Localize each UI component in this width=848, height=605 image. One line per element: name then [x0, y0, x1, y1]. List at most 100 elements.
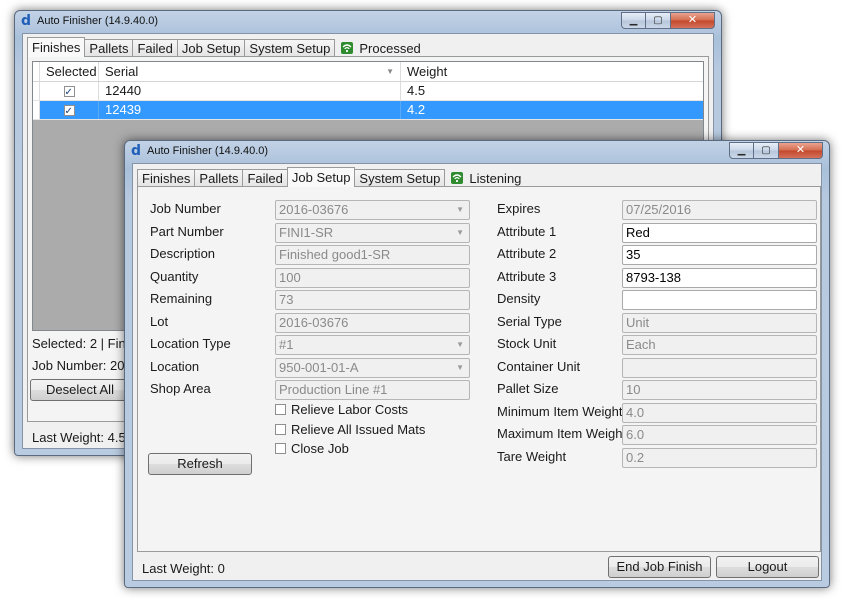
maximize-button[interactable]: ▢	[646, 12, 671, 29]
tab-finishes[interactable]: Finishes	[27, 37, 86, 57]
relieve-all-issued-mats-label: Relieve All Issued Mats	[291, 422, 426, 437]
logout-button[interactable]: Logout	[716, 556, 819, 578]
selected-cell[interactable]	[40, 101, 99, 121]
close-button[interactable]: ✕	[671, 12, 715, 29]
selected-cell[interactable]	[40, 82, 99, 102]
tare-weight-field[interactable]: 0.2	[622, 448, 817, 468]
tab-pallets[interactable]: Pallets	[84, 39, 134, 57]
tab-pallets[interactable]: Pallets	[194, 169, 244, 187]
location-select[interactable]: 950-001-01-A ▼	[275, 358, 470, 378]
job-number-select[interactable]: 2016-03676 ▼	[275, 200, 470, 220]
tab-system-setup[interactable]: System Setup	[354, 169, 446, 187]
sort-down-icon: ▼	[386, 67, 394, 76]
row-header	[33, 101, 40, 119]
tab-strip: Finishes Pallets Failed Job Setup System…	[137, 167, 521, 187]
relieve-labor-costs-checkbox[interactable]: Relieve Labor Costs	[275, 402, 408, 417]
attribute-1-label: Attribute 1	[497, 224, 557, 239]
row-select-checkbox[interactable]	[63, 103, 75, 121]
remaining-field[interactable]: 73	[275, 290, 470, 310]
dropdown-arrow-icon: ▼	[456, 228, 464, 237]
last-weight-label: Last Weight: 0	[142, 561, 225, 576]
window-title: Auto Finisher (14.9.40.0)	[147, 145, 269, 157]
shop-area-field[interactable]: Production Line #1	[275, 380, 470, 400]
checkbox-box[interactable]	[275, 404, 286, 415]
relieve-labor-costs-label: Relieve Labor Costs	[291, 402, 409, 417]
back-titlebar[interactable]: d Auto Finisher (14.9.40.0) ▁ ▢ ✕	[15, 11, 721, 33]
location-type-value: #1	[279, 337, 294, 352]
minimize-button[interactable]: ▁	[621, 12, 646, 29]
weight-cell: 4.5	[407, 83, 426, 98]
attribute-3-label: Attribute 3	[497, 269, 557, 284]
part-number-select[interactable]: FINI1-SR ▼	[275, 223, 470, 243]
refresh-button[interactable]: Refresh	[148, 453, 252, 475]
lot-field[interactable]: 2016-03676	[275, 313, 470, 333]
dropdown-arrow-icon: ▼	[456, 340, 464, 349]
tab-failed[interactable]: Failed	[242, 169, 288, 187]
part-number-label: Part Number	[150, 224, 224, 239]
connection-status: Listening	[451, 169, 521, 187]
quantity-field[interactable]: 100	[275, 268, 470, 288]
status-text: Listening	[469, 170, 522, 186]
checkbox-box[interactable]	[275, 443, 286, 454]
table-row[interactable]: 12440 4.5	[33, 82, 703, 102]
stock-unit-label: Stock Unit	[497, 336, 557, 351]
tab-system-setup[interactable]: System Setup	[244, 39, 336, 57]
table-row[interactable]: 12439 4.2	[33, 101, 703, 121]
job-number-label: Job Number	[150, 201, 221, 216]
location-type-select[interactable]: #1 ▼	[275, 335, 470, 355]
job-number-summary: Job Number: 2016	[32, 358, 139, 373]
minimum-item-weight-field[interactable]: 4.0	[622, 403, 817, 423]
attribute-2-input[interactable]: 35	[622, 245, 817, 265]
checkbox-box[interactable]	[275, 424, 286, 435]
app-icon: d	[131, 143, 142, 159]
pallet-size-field[interactable]: 10	[622, 380, 817, 400]
tab-failed[interactable]: Failed	[132, 39, 178, 57]
front-window: d Auto Finisher (14.9.40.0) ▁ ▢ ✕ Finish…	[124, 140, 830, 588]
expires-label: Expires	[497, 201, 541, 216]
column-header-serial[interactable]: Serial ▼	[99, 62, 401, 81]
deselect-all-button[interactable]: Deselect All	[30, 379, 130, 401]
tare-weight-label: Tare Weight	[497, 449, 567, 464]
weight-cell: 4.2	[407, 102, 426, 117]
density-input[interactable]	[622, 290, 817, 310]
container-unit-field[interactable]	[622, 358, 817, 378]
signal-icon	[451, 172, 464, 184]
close-button[interactable]: ✕	[779, 142, 823, 159]
maximum-item-weight-field[interactable]: 6.0	[622, 425, 817, 445]
column-header-selected[interactable]: Selected	[40, 62, 99, 81]
location-label: Location	[150, 359, 200, 374]
lot-label: Lot	[150, 314, 169, 329]
location-type-label: Location Type	[150, 336, 231, 351]
serial-type-label: Serial Type	[497, 314, 562, 329]
end-job-finish-button[interactable]: End Job Finish	[608, 556, 711, 578]
part-number-value: FINI1-SR	[279, 225, 334, 240]
grid-header: Selected Serial ▼ Weight	[33, 62, 703, 82]
close-job-checkbox[interactable]: Close Job	[275, 441, 349, 456]
row-select-checkbox[interactable]	[63, 84, 75, 102]
column-header-weight[interactable]: Weight	[401, 62, 701, 81]
description-label: Description	[150, 246, 216, 261]
serial-cell: 12440	[99, 82, 401, 100]
dropdown-arrow-icon: ▼	[456, 205, 464, 214]
front-titlebar[interactable]: d Auto Finisher (14.9.40.0) ▁ ▢ ✕	[125, 141, 829, 163]
location-value: 950-001-01-A	[279, 360, 359, 375]
job-number-value: 2016-03676	[279, 202, 349, 217]
attribute-1-input[interactable]: Red	[622, 223, 817, 243]
stock-unit-field[interactable]: Each	[622, 335, 817, 355]
maximize-button[interactable]: ▢	[754, 142, 779, 159]
selected-summary: Selected: 2 | Fini	[32, 336, 129, 351]
front-client: Finishes Pallets Failed Job Setup System…	[132, 163, 822, 581]
window-title: Auto Finisher (14.9.40.0)	[37, 15, 159, 27]
minimize-button[interactable]: ▁	[729, 142, 754, 159]
tab-job-setup[interactable]: Job Setup	[176, 39, 246, 57]
attribute-3-input[interactable]: 8793-138	[622, 268, 817, 288]
serial-type-field[interactable]: Unit	[622, 313, 817, 333]
tab-job-setup[interactable]: Job Setup	[286, 167, 356, 187]
tab-strip: Finishes Pallets Failed Job Setup System…	[27, 37, 421, 57]
relieve-all-issued-mats-checkbox[interactable]: Relieve All Issued Mats	[275, 422, 425, 437]
job-setup-panel: Job Number Part Number Description Quant…	[137, 186, 821, 552]
tab-finishes[interactable]: Finishes	[137, 169, 196, 187]
description-field[interactable]: Finished good1-SR	[275, 245, 470, 265]
expires-field[interactable]: 07/25/2016	[622, 200, 817, 220]
quantity-label: Quantity	[150, 269, 199, 284]
